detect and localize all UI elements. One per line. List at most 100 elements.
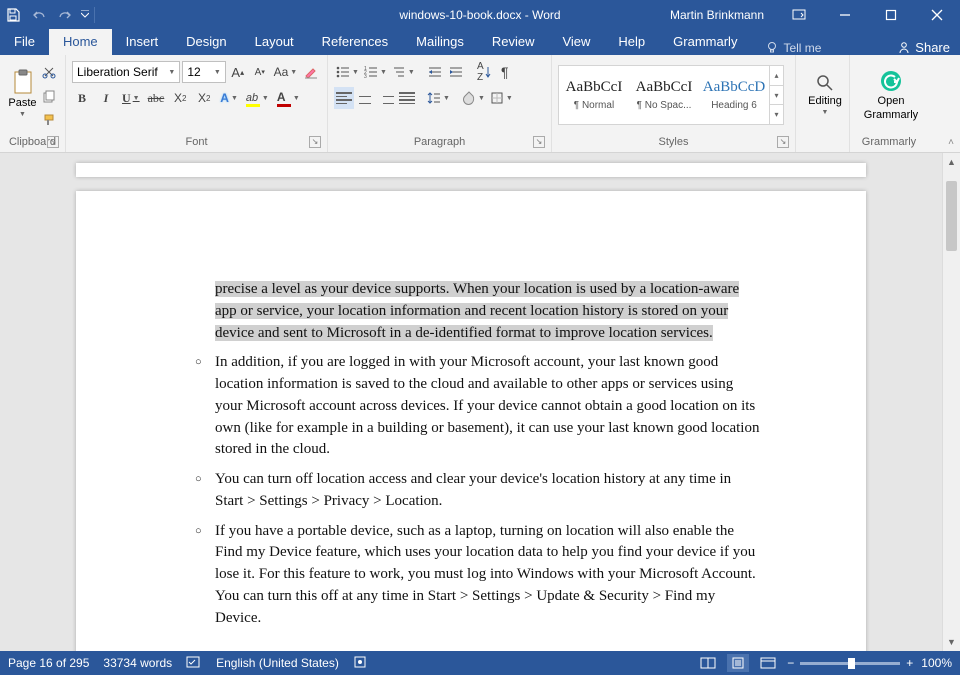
styles-dialog-launcher[interactable]: ↘: [777, 136, 789, 148]
scroll-track[interactable]: [943, 171, 960, 633]
align-center-icon[interactable]: [355, 87, 375, 109]
shading-icon[interactable]: ▼: [460, 87, 487, 109]
copy-icon[interactable]: [39, 85, 59, 107]
styles-scroll[interactable]: ▴▾▾: [769, 66, 783, 124]
shrink-font-icon[interactable]: A▾: [250, 61, 270, 83]
scroll-thumb[interactable]: [946, 181, 957, 251]
style-no-spacing[interactable]: AaBbCcI¶ No Spac...: [629, 66, 699, 124]
tab-grammarly[interactable]: Grammarly: [659, 29, 751, 55]
minimize-icon[interactable]: [822, 0, 868, 29]
align-left-icon[interactable]: [334, 87, 354, 109]
close-icon[interactable]: [914, 0, 960, 29]
borders-icon[interactable]: ▼: [488, 87, 515, 109]
bullets-icon[interactable]: ▼: [334, 61, 361, 83]
tab-view[interactable]: View: [548, 29, 604, 55]
page[interactable]: precise a level as your device supports.…: [76, 191, 866, 651]
increase-indent-icon[interactable]: [446, 61, 466, 83]
scroll-up-icon[interactable]: ▲: [943, 153, 960, 171]
tab-insert[interactable]: Insert: [112, 29, 173, 55]
font-name-combo[interactable]: Liberation Serif▼: [72, 61, 180, 83]
bullet-item[interactable]: If you have a portable device, such as a…: [181, 521, 761, 630]
text-effects-icon[interactable]: A▼: [218, 87, 240, 109]
status-bar: Page 16 of 295 33734 words English (Unit…: [0, 651, 960, 675]
zoom-thumb[interactable]: [848, 658, 855, 669]
strikethrough-icon[interactable]: abc: [146, 87, 167, 109]
print-layout-icon[interactable]: [727, 654, 749, 672]
align-right-icon[interactable]: [376, 87, 396, 109]
zoom-in-icon[interactable]: +: [906, 656, 913, 670]
language-indicator[interactable]: English (United States): [216, 656, 339, 670]
page-indicator[interactable]: Page 16 of 295: [8, 656, 89, 670]
macro-icon[interactable]: [353, 655, 367, 672]
vertical-scrollbar[interactable]: ▲ ▼: [942, 153, 960, 651]
user-name[interactable]: Martin Brinkmann: [670, 8, 764, 22]
underline-icon[interactable]: U▼: [120, 87, 142, 109]
ribbon-display-options-icon[interactable]: [776, 0, 822, 29]
highlighted-text[interactable]: precise a level as your device supports.…: [215, 281, 739, 341]
tab-file[interactable]: File: [0, 29, 49, 55]
superscript-icon[interactable]: X2: [194, 87, 214, 109]
tab-references[interactable]: References: [308, 29, 402, 55]
italic-icon[interactable]: I: [96, 87, 116, 109]
styles-gallery[interactable]: AaBbCcI¶ Normal AaBbCcI¶ No Spac... AaBb…: [558, 65, 784, 125]
justify-icon[interactable]: [397, 87, 417, 109]
redo-icon[interactable]: [52, 0, 78, 29]
format-painter-icon[interactable]: [39, 109, 59, 131]
zoom-level[interactable]: 100%: [921, 656, 952, 670]
change-case-icon[interactable]: Aa▼: [272, 61, 299, 83]
tab-design[interactable]: Design: [172, 29, 240, 55]
spellcheck-icon[interactable]: [186, 655, 202, 672]
word-count[interactable]: 33734 words: [103, 656, 172, 670]
cut-icon[interactable]: [39, 61, 59, 83]
share-icon: [897, 41, 911, 55]
style-heading-6[interactable]: AaBbCcDHeading 6: [699, 66, 769, 124]
clear-formatting-icon[interactable]: [301, 61, 321, 83]
highlight-color-icon[interactable]: ab▼: [244, 87, 271, 109]
decrease-indent-icon[interactable]: [425, 61, 445, 83]
tab-help[interactable]: Help: [604, 29, 659, 55]
qat-customize-icon[interactable]: [78, 0, 92, 29]
scroll-down-icon[interactable]: ▼: [943, 633, 960, 651]
tab-layout[interactable]: Layout: [241, 29, 308, 55]
bold-icon[interactable]: B: [72, 87, 92, 109]
zoom-track[interactable]: [800, 662, 900, 665]
bullet-item[interactable]: In addition, if you are logged in with y…: [181, 352, 761, 461]
group-grammarly: Open Grammarly Grammarly: [850, 55, 928, 152]
zoom-slider[interactable]: − +: [787, 656, 913, 670]
multilevel-list-icon[interactable]: ▼: [390, 61, 417, 83]
grow-font-icon[interactable]: A▴: [228, 61, 248, 83]
font-size-value: 12: [187, 65, 200, 79]
paste-button[interactable]: Paste ▼: [6, 59, 39, 129]
share-button[interactable]: Share: [897, 40, 950, 55]
font-dialog-launcher[interactable]: ↘: [309, 136, 321, 148]
sort-icon[interactable]: AZ: [474, 61, 494, 83]
read-mode-icon[interactable]: [697, 654, 719, 672]
subscript-icon[interactable]: X2: [170, 87, 190, 109]
zoom-out-icon[interactable]: −: [787, 656, 794, 670]
style-normal[interactable]: AaBbCcI¶ Normal: [559, 66, 629, 124]
quick-access-toolbar: [0, 0, 97, 29]
show-marks-icon[interactable]: ¶: [495, 61, 515, 83]
web-layout-icon[interactable]: [757, 654, 779, 672]
undo-icon[interactable]: [26, 0, 52, 29]
tab-mailings[interactable]: Mailings: [402, 29, 478, 55]
font-size-combo[interactable]: 12▼: [182, 61, 225, 83]
paragraph-dialog-launcher[interactable]: ↘: [533, 136, 545, 148]
clipboard-dialog-launcher[interactable]: ↘: [47, 136, 59, 148]
line-spacing-icon[interactable]: ▼: [425, 87, 452, 109]
tab-home[interactable]: Home: [49, 29, 112, 55]
share-label: Share: [915, 40, 950, 55]
tell-me-search[interactable]: Tell me: [765, 41, 821, 55]
bullet-item[interactable]: You can turn off location access and cle…: [181, 469, 761, 513]
open-grammarly-button[interactable]: Open Grammarly: [856, 59, 926, 131]
font-color-icon[interactable]: A▼: [275, 87, 302, 109]
editing-button[interactable]: Editing ▼: [802, 59, 848, 131]
maximize-icon[interactable]: [868, 0, 914, 29]
tab-review[interactable]: Review: [478, 29, 549, 55]
document-area[interactable]: precise a level as your device supports.…: [0, 153, 942, 651]
save-icon[interactable]: [0, 0, 26, 29]
previous-page-fragment: [76, 163, 866, 177]
numbering-icon[interactable]: 123▼: [362, 61, 389, 83]
collapse-ribbon-icon[interactable]: ˄: [948, 137, 954, 148]
group-editing: Editing ▼: [796, 55, 850, 152]
